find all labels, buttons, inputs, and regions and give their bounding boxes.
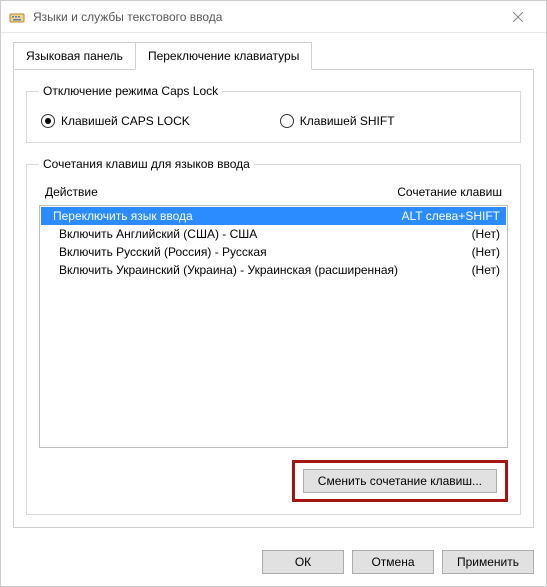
capslock-group: Отключение режима Caps Lock Клавишей CAP… xyxy=(26,84,521,143)
capslock-legend: Отключение режима Caps Lock xyxy=(39,84,222,98)
list-row[interactable]: Включить Русский (Россия) - Русская (Нет… xyxy=(41,243,506,261)
hotkeys-group: Сочетания клавиш для языков ввода Действ… xyxy=(26,157,521,515)
cell-action: Включить Украинский (Украина) - Украинск… xyxy=(47,263,464,277)
cell-action: Переключить язык ввода xyxy=(47,209,394,223)
tab-language-bar[interactable]: Языковая панель xyxy=(13,42,136,70)
apply-button[interactable]: Применить xyxy=(442,550,534,574)
hotkeys-listbox[interactable]: Переключить язык ввода ALT слева+SHIFT В… xyxy=(39,205,508,448)
cell-shortcut: (Нет) xyxy=(464,263,500,277)
ok-button[interactable]: ОК xyxy=(262,550,344,574)
dialog-body: Языковая панель Переключение клавиатуры … xyxy=(1,33,546,540)
dialog-window: Языки и службы текстового ввода Языковая… xyxy=(0,0,547,587)
cancel-button[interactable]: Отмена xyxy=(352,550,434,574)
dialog-footer: ОК Отмена Применить xyxy=(1,540,546,586)
radio-capslock-label: Клавишей CAPS LOCK xyxy=(61,114,190,128)
list-header: Действие Сочетание клавиш xyxy=(39,181,508,205)
list-row[interactable]: Переключить язык ввода ALT слева+SHIFT xyxy=(41,207,506,225)
change-shortcut-button[interactable]: Сменить сочетание клавиш... xyxy=(303,469,497,493)
cell-action: Включить Русский (Россия) - Русская xyxy=(47,245,464,259)
radio-icon xyxy=(280,114,294,128)
hotkeys-legend: Сочетания клавиш для языков ввода xyxy=(39,157,254,171)
tab-strip: Языковая панель Переключение клавиатуры xyxy=(13,41,534,69)
change-button-row: Сменить сочетание клавиш... xyxy=(39,460,508,502)
tab-keyboard-switch[interactable]: Переключение клавиатуры xyxy=(135,42,312,70)
radio-shift[interactable]: Клавишей SHIFT xyxy=(280,114,395,128)
close-icon xyxy=(513,12,523,22)
list-row[interactable]: Включить Украинский (Украина) - Украинск… xyxy=(41,261,506,279)
header-action: Действие xyxy=(45,185,397,199)
app-icon xyxy=(9,9,25,25)
cell-shortcut: (Нет) xyxy=(464,245,500,259)
header-shortcut: Сочетание клавиш xyxy=(397,185,502,199)
tab-panel: Отключение режима Caps Lock Клавишей CAP… xyxy=(13,69,534,528)
cell-action: Включить Английский (США) - США xyxy=(47,227,464,241)
radio-icon xyxy=(41,114,55,128)
list-row[interactable]: Включить Английский (США) - США (Нет) xyxy=(41,225,506,243)
capslock-radio-row: Клавишей CAPS LOCK Клавишей SHIFT xyxy=(39,108,508,130)
close-button[interactable] xyxy=(498,3,538,31)
window-title: Языки и службы текстового ввода xyxy=(33,10,498,24)
highlight-frame: Сменить сочетание клавиш... xyxy=(292,460,508,502)
radio-shift-label: Клавишей SHIFT xyxy=(300,114,395,128)
radio-capslock[interactable]: Клавишей CAPS LOCK xyxy=(41,114,190,128)
titlebar: Языки и службы текстового ввода xyxy=(1,1,546,33)
cell-shortcut: ALT слева+SHIFT xyxy=(394,209,501,223)
cell-shortcut: (Нет) xyxy=(464,227,500,241)
